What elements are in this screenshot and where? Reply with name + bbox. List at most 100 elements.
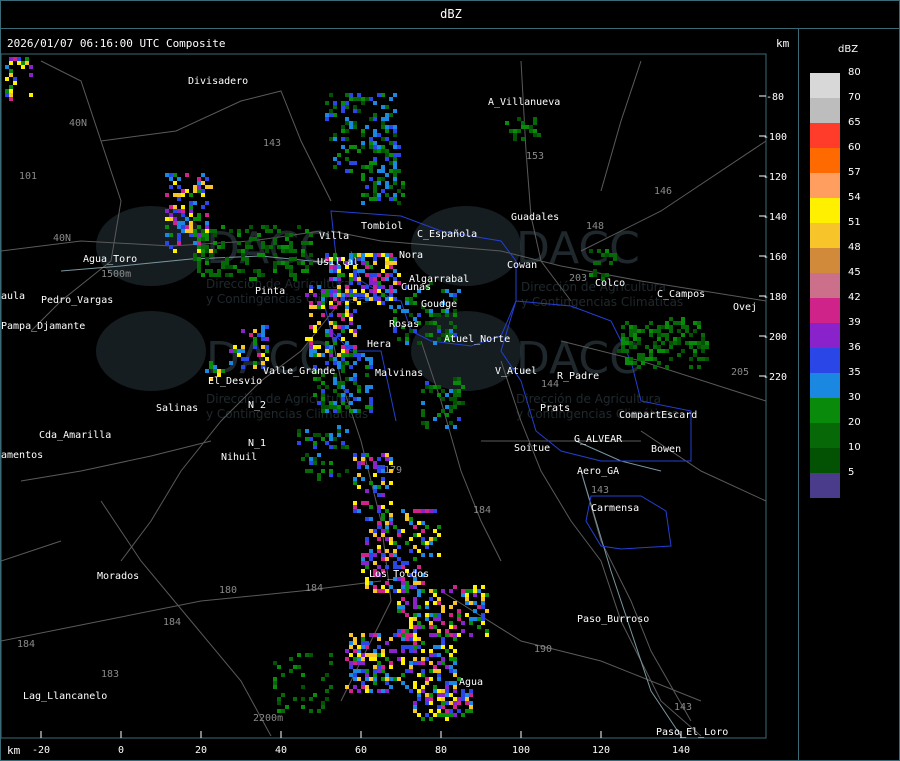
echo-pixel — [9, 93, 13, 97]
echo-pixel — [201, 173, 205, 177]
echo-pixel — [313, 693, 317, 697]
echo-pixel — [353, 297, 357, 301]
echo-pixel — [385, 277, 389, 281]
echo-pixel — [197, 177, 201, 181]
echo-pixel — [205, 201, 209, 205]
echo-pixel — [413, 641, 417, 645]
echo-pixel — [329, 401, 333, 405]
echo-pixel — [385, 113, 389, 117]
echo-pixel — [357, 93, 361, 97]
echo-pixel — [305, 653, 309, 657]
echo-pixel — [333, 113, 337, 117]
echo-pixel — [461, 589, 465, 593]
echo-pixel — [313, 457, 317, 461]
place-label: C_Campos — [657, 289, 705, 300]
echo-pixel — [393, 297, 397, 301]
echo-pixel — [357, 385, 361, 389]
echo-pixel — [273, 241, 277, 245]
echo-pixel — [197, 189, 201, 193]
echo-pixel — [373, 161, 377, 165]
echo-pixel — [657, 333, 661, 337]
echo-pixel — [637, 357, 641, 361]
x-tick-label: 40 — [275, 745, 287, 756]
echo-pixel — [297, 225, 301, 229]
echo-pixel — [337, 273, 341, 277]
echo-pixel — [261, 353, 265, 357]
echo-pixel — [657, 361, 661, 365]
echo-pixel — [357, 653, 361, 657]
route-label: 143 — [674, 702, 692, 713]
place-label: Pedro_Vargas — [41, 295, 113, 306]
echo-pixel — [513, 129, 517, 133]
legend-swatch — [810, 423, 840, 448]
echo-pixel — [625, 337, 629, 341]
echo-pixel — [305, 265, 309, 269]
echo-pixel — [433, 617, 437, 621]
echo-pixel — [361, 477, 365, 481]
echo-pixel — [657, 329, 661, 333]
echo-pixel — [377, 525, 381, 529]
place-label: A_Villanueva — [488, 97, 560, 108]
echo-pixel — [449, 657, 453, 661]
echo-pixel — [205, 237, 209, 241]
route-label: 153 — [526, 151, 544, 162]
echo-pixel — [369, 529, 373, 533]
echo-pixel — [329, 661, 333, 665]
echo-pixel — [377, 549, 381, 553]
echo-pixel — [601, 253, 605, 257]
echo-pixel — [357, 109, 361, 113]
place-label: N_1 — [248, 438, 266, 449]
echo-pixel — [385, 509, 389, 513]
echo-pixel — [13, 81, 17, 85]
echo-pixel — [369, 397, 373, 401]
echo-pixel — [257, 269, 261, 273]
echo-pixel — [309, 437, 313, 441]
echo-pixel — [373, 157, 377, 161]
echo-pixel — [589, 273, 593, 277]
echo-pixel — [473, 589, 477, 593]
radar-map-panel[interactable]: DACC DACC DACC DACC Dirección de Agricul… — [0, 28, 799, 761]
echo-pixel — [413, 557, 417, 561]
echo-pixel — [205, 225, 209, 229]
echo-pixel — [9, 85, 13, 89]
echo-pixel — [165, 209, 169, 213]
echo-pixel — [317, 301, 321, 305]
echo-pixel — [353, 657, 357, 661]
echo-pixel — [289, 233, 293, 237]
echo-pixel — [309, 457, 313, 461]
echo-pixel — [369, 161, 373, 165]
echo-pixel — [637, 353, 641, 357]
echo-pixel — [389, 661, 393, 665]
echo-pixel — [413, 681, 417, 685]
radar-map[interactable]: DACC DACC DACC DACC Dirección de Agricul… — [1, 29, 798, 760]
echo-pixel — [453, 389, 457, 393]
echo-pixel — [421, 685, 425, 689]
echo-pixel — [429, 389, 433, 393]
echo-pixel — [329, 353, 333, 357]
echo-pixel — [417, 313, 421, 317]
echo-pixel — [417, 637, 421, 641]
echo-pixel — [377, 645, 381, 649]
echo-pixel — [421, 529, 425, 533]
echo-pixel — [429, 537, 433, 541]
echo-pixel — [401, 633, 405, 637]
echo-pixel — [377, 177, 381, 181]
legend-swatch — [810, 348, 840, 373]
echo-pixel — [697, 341, 701, 345]
echo-pixel — [377, 149, 381, 153]
echo-pixel — [257, 233, 261, 237]
echo-pixel — [29, 65, 33, 69]
echo-pixel — [333, 341, 337, 345]
echo-pixel — [329, 293, 333, 297]
echo-pixel — [361, 285, 365, 289]
echo-pixel — [325, 689, 329, 693]
echo-pixel — [397, 153, 401, 157]
echo-pixel — [649, 333, 653, 337]
echo-pixel — [661, 349, 665, 353]
echo-pixel — [697, 321, 701, 325]
y-tick-label: -140 — [763, 212, 787, 223]
echo-pixel — [517, 129, 521, 133]
echo-pixel — [313, 393, 317, 397]
echo-pixel — [365, 489, 369, 493]
echo-pixel — [685, 341, 689, 345]
